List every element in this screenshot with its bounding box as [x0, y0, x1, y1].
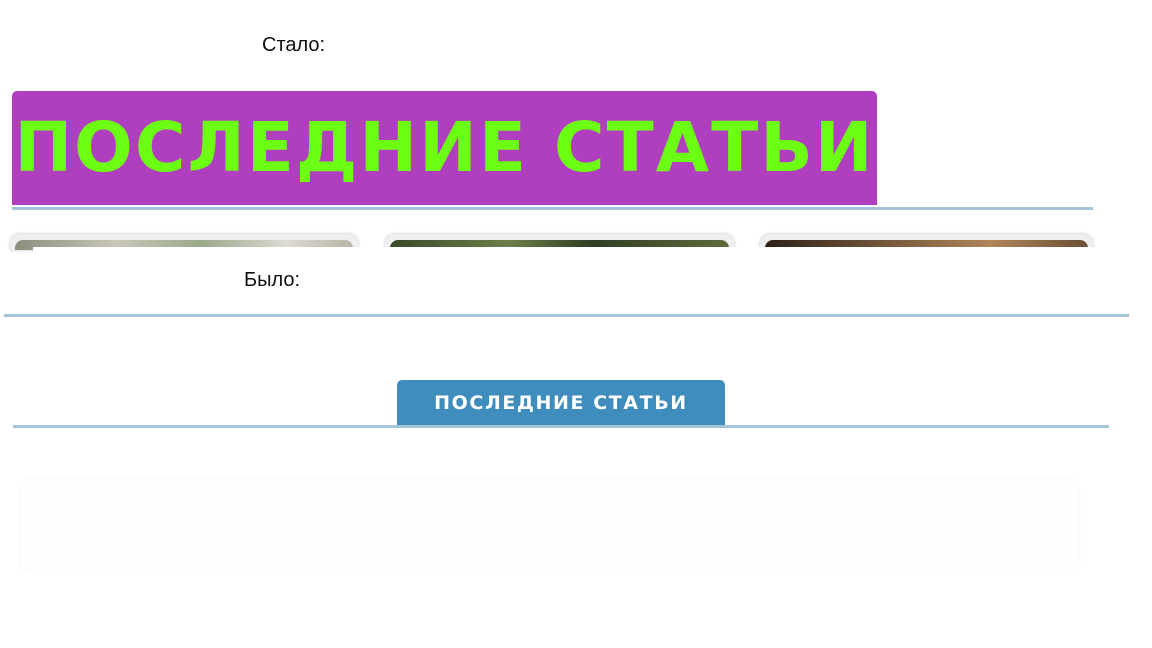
before-label: Было: — [244, 269, 301, 291]
articles-container-placeholder — [20, 480, 1078, 570]
latest-articles-tab[interactable]: ПОСЛЕДНИЕ СТАТЬИ — [397, 380, 725, 425]
screenshot-divider-panel — [33, 247, 1152, 305]
latest-articles-tab-text: ПОСЛЕДНИЕ СТАТЬИ — [434, 391, 688, 414]
divider-line — [4, 314, 1129, 317]
after-label: Стало: — [262, 34, 326, 56]
section-underline-before — [13, 425, 1109, 428]
latest-articles-banner-text: ПОСЛЕДНИЕ СТАТЬИ — [14, 108, 875, 188]
latest-articles-banner[interactable]: ПОСЛЕДНИЕ СТАТЬИ — [12, 91, 877, 205]
section-underline — [12, 207, 1093, 210]
